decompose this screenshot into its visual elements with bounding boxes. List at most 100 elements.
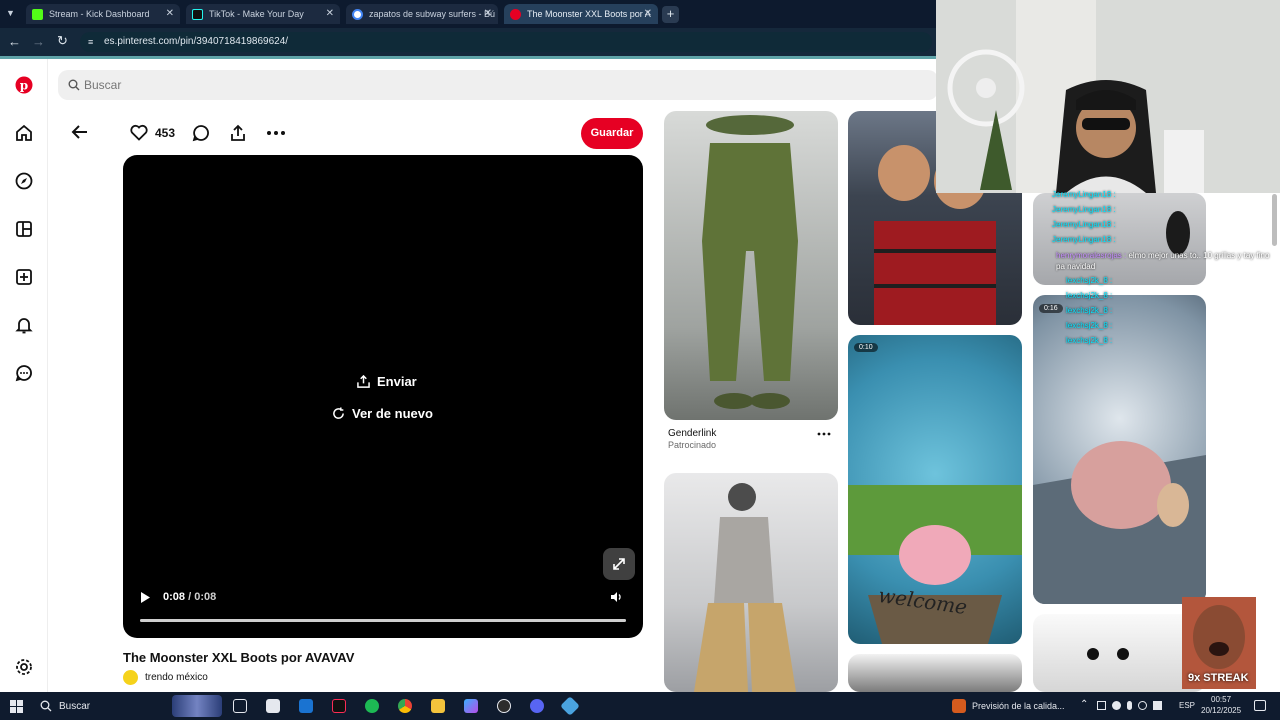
save-button[interactable]: Guardar: [581, 118, 643, 149]
ad-title[interactable]: Genderlink: [668, 428, 716, 439]
home-icon[interactable]: [15, 124, 33, 142]
ad-more-icon[interactable]: [817, 430, 831, 438]
windows-start-icon[interactable]: [10, 700, 23, 713]
spotify-icon[interactable]: [365, 699, 379, 713]
app-icon[interactable]: [560, 696, 580, 716]
progress-track[interactable]: [140, 619, 626, 622]
back-icon[interactable]: ←: [8, 34, 21, 49]
chat-username: lexchsj2k_8 :: [1066, 336, 1113, 345]
tiktok-icon: [192, 8, 203, 20]
google-icon: [352, 8, 363, 20]
chat-username: JeremyLingan18 :: [1052, 235, 1116, 244]
outlook-icon[interactable]: [299, 699, 313, 713]
author-row[interactable]: trendo méxico: [123, 670, 208, 685]
share-icon[interactable]: [229, 124, 247, 142]
heart-icon: [130, 124, 148, 141]
pin-title: The Moonster XXL Boots por AVAVAV: [123, 650, 355, 665]
speaker-icon[interactable]: [1153, 701, 1162, 710]
discord-icon[interactable]: [530, 699, 544, 713]
video-player[interactable]: Enviar Ver de nuevo 0:08 / 0:08: [123, 155, 643, 638]
microphone-icon[interactable]: [1127, 701, 1132, 710]
expand-icon: [613, 558, 625, 570]
kick-icon: [32, 8, 43, 20]
avatar: [123, 670, 138, 685]
language-indicator[interactable]: ESP: [1179, 701, 1195, 710]
tab-list-menu-icon[interactable]: ▼: [6, 8, 18, 20]
search-icon: [68, 79, 80, 91]
more-options-icon[interactable]: [266, 124, 286, 142]
fullscreen-button[interactable]: [603, 548, 635, 580]
clock-date[interactable]: 20/12/2025: [1201, 706, 1241, 715]
pin-image-pig-porch[interactable]: 0:16: [1033, 295, 1206, 604]
address-bar-row: ← → ↻ ≡ es.pinterest.com/pin/39407184198…: [0, 28, 936, 56]
tab-tiktok[interactable]: TikTok - Make Your Day ✕: [186, 4, 340, 24]
scrollbar-thumb[interactable]: [1272, 194, 1277, 246]
file-explorer-icon[interactable]: [431, 699, 445, 713]
svg-text:p: p: [20, 79, 28, 93]
chat-line: lexchsj2k_8 :: [1066, 291, 1112, 300]
pin-image-fuzzy-boots[interactable]: [664, 473, 838, 692]
volume-icon[interactable]: [610, 591, 623, 603]
new-tab-button[interactable]: +: [662, 6, 679, 23]
pin-image-blobfish[interactable]: welcome 0:10: [848, 335, 1022, 644]
pinterest-icon: [510, 8, 521, 20]
time-display: 0:08 / 0:08: [163, 591, 216, 603]
notification-icon[interactable]: [1254, 700, 1266, 711]
network-icon[interactable]: [1097, 701, 1106, 710]
reload-icon[interactable]: ↻: [57, 33, 68, 49]
app-tray-icon[interactable]: [1112, 701, 1121, 710]
pin-image-marshmello[interactable]: [1033, 614, 1206, 692]
clock-time[interactable]: 00:57: [1211, 695, 1231, 704]
chat-line: lexchsj2k_8 :: [1066, 306, 1112, 315]
time-current: 0:08: [163, 591, 186, 603]
boards-icon[interactable]: [15, 220, 33, 238]
taskbar-search[interactable]: Buscar: [59, 701, 90, 712]
streamer-webcam: [936, 0, 1280, 193]
close-icon[interactable]: ✕: [326, 8, 334, 19]
search-icon: [40, 700, 52, 712]
create-icon[interactable]: [15, 268, 33, 286]
close-icon[interactable]: ✕: [484, 8, 492, 19]
video-duration-badge: 0:10: [854, 343, 878, 352]
obs-icon[interactable]: [497, 699, 511, 713]
like-button[interactable]: 453: [130, 124, 175, 141]
comment-icon[interactable]: [192, 124, 210, 142]
send-button[interactable]: Enviar: [357, 374, 417, 389]
tab-kick[interactable]: Stream - Kick Dashboard ✕: [26, 4, 180, 24]
forward-icon[interactable]: →: [32, 34, 45, 49]
copilot-icon[interactable]: [464, 699, 478, 713]
task-view-icon[interactable]: [233, 699, 247, 713]
back-arrow-icon[interactable]: [70, 122, 90, 142]
chat-username: JeremyLingan18 :: [1052, 205, 1116, 214]
weather-text[interactable]: Previsión de la calida...: [972, 701, 1065, 711]
author-name: trendo méxico: [145, 672, 208, 683]
notifications-icon[interactable]: [15, 316, 33, 334]
close-icon[interactable]: ✕: [166, 8, 174, 19]
replay-label: Ver de nuevo: [352, 406, 433, 421]
settings-gear-icon[interactable]: [15, 658, 33, 676]
browser-tab-bar: ▼ Stream - Kick Dashboard ✕ TikTok - Mak…: [0, 0, 936, 28]
tiktok-icon[interactable]: [332, 699, 346, 713]
messages-icon[interactable]: [15, 364, 33, 382]
mic-device-icon[interactable]: [1138, 701, 1147, 710]
pin-image-green-pants[interactable]: [664, 111, 838, 420]
play-icon[interactable]: [140, 591, 151, 604]
pinterest-logo-icon[interactable]: p: [15, 76, 33, 94]
pin-image-knit[interactable]: [848, 654, 1022, 692]
tray-icons[interactable]: [1097, 701, 1173, 711]
site-info-icon[interactable]: ≡: [88, 32, 93, 52]
search-input[interactable]: Buscar: [58, 70, 938, 100]
explore-icon[interactable]: [15, 172, 33, 190]
tab-title: zapatos de subway surfers - Bú: [369, 9, 496, 19]
url-field[interactable]: ≡ es.pinterest.com/pin/3940718419869624/: [80, 32, 932, 52]
search-highlight-image: [172, 695, 222, 717]
tab-google[interactable]: zapatos de subway surfers - Bú ✕: [346, 4, 498, 24]
tab-pinterest[interactable]: The Moonster XXL Boots por A ✕: [504, 4, 658, 24]
replay-button[interactable]: Ver de nuevo: [332, 406, 433, 421]
store-icon[interactable]: [266, 699, 280, 713]
chrome-icon[interactable]: [398, 699, 412, 713]
close-icon[interactable]: ✕: [644, 8, 652, 19]
tray-chevron-icon[interactable]: ⌃: [1080, 699, 1088, 710]
upload-icon: [357, 375, 370, 388]
time-total: 0:08: [194, 591, 217, 603]
